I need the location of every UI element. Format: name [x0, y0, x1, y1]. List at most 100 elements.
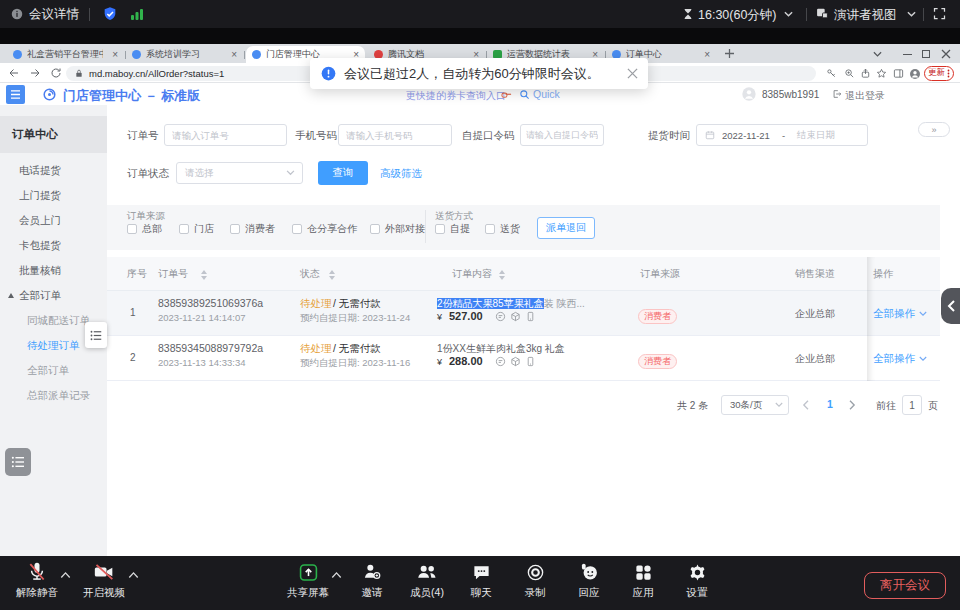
table-row[interactable]: 2 83859345088979792a 2023-11-13 14:33:34… [107, 336, 940, 381]
status-select[interactable]: 请选择 [176, 162, 303, 184]
meeting-timer[interactable]: 16:30(60分钟) [698, 7, 777, 24]
sidebar-item-batch-verify[interactable]: 批量核销 [19, 264, 61, 276]
view-mode-button[interactable]: 演讲者视图 [834, 7, 897, 24]
back-icon[interactable] [8, 67, 20, 79]
logout-button[interactable]: 退出登录 [845, 89, 885, 103]
browser-tab[interactable]: 系统培训学习 × [127, 46, 242, 63]
tab-close-icon[interactable]: × [231, 50, 237, 60]
meeting-details-button[interactable]: 会议详情 [29, 6, 79, 23]
floating-list-button[interactable] [5, 448, 31, 476]
sidebar-item-phone-pickup[interactable]: 电话提货 [19, 164, 61, 176]
bookmark-star-icon[interactable] [876, 68, 887, 79]
chat-button[interactable]: 聊天 [451, 561, 511, 600]
view-dropdown-icon[interactable] [907, 11, 916, 18]
reload-icon[interactable] [50, 67, 62, 79]
source-checkbox-warehouse-share[interactable]: 仓分享合作 [292, 222, 357, 236]
receipt-icon[interactable] [495, 356, 506, 367]
phone-icon[interactable] [525, 311, 536, 322]
page-size-select[interactable]: 30条/页 [721, 395, 789, 415]
invite-button[interactable]: 邀请 [342, 561, 402, 600]
sidebar-item-member-visit[interactable]: 会员上门 [19, 214, 61, 226]
mic-options-caret[interactable] [60, 571, 71, 579]
promo-link[interactable]: 更快捷的券卡查询入口 [406, 89, 506, 103]
sidebar-item-all-orders[interactable]: 全部订单 [27, 364, 69, 376]
mute-button[interactable]: 解除静音 [7, 561, 67, 600]
side-panel-icon[interactable] [893, 68, 904, 79]
share-icon[interactable] [860, 68, 871, 79]
source-checkbox-store[interactable]: 门店 [179, 222, 214, 236]
delivery-checkbox-pickup[interactable]: 自提 [435, 222, 470, 236]
sidebar-item-city-delivery[interactable]: 同城配送订单 [27, 314, 90, 326]
date-range-picker[interactable]: 2022-11-21 - 结束日期 [696, 124, 868, 146]
order-number: 83859345088979792a [158, 342, 263, 354]
sidebar-item-pending-orders[interactable]: 待处理订单 [27, 339, 80, 351]
quick-link[interactable]: Quick [533, 88, 560, 100]
next-page-icon[interactable] [849, 400, 856, 410]
code-input[interactable] [520, 124, 604, 146]
forward-icon[interactable] [29, 67, 41, 79]
phone-input[interactable] [338, 124, 452, 146]
package-icon[interactable] [510, 311, 521, 322]
record-button[interactable]: 录制 [505, 561, 565, 600]
row-actions-dropdown[interactable]: 全部操作 [873, 352, 915, 366]
timer-dropdown-icon[interactable] [784, 11, 793, 18]
source-checkbox-hq[interactable]: 总部 [127, 222, 162, 236]
fullscreen-icon[interactable] [932, 6, 947, 21]
network-signal-icon[interactable] [130, 7, 144, 21]
video-button[interactable]: 开启视频 [74, 561, 134, 600]
shield-check-icon[interactable] [102, 6, 118, 22]
expand-filters-button[interactable]: » [918, 122, 950, 137]
browser-tab[interactable]: 礼盒营销平台管理中心 × [8, 46, 123, 63]
settings-button[interactable]: 设置 [667, 561, 727, 600]
sort-icon[interactable] [329, 270, 335, 280]
toast-close-icon[interactable] [627, 68, 638, 79]
package-icon[interactable] [510, 356, 521, 367]
source-checkbox-consumer[interactable]: 消费者 [230, 222, 275, 236]
window-minimize-button[interactable] [903, 54, 912, 55]
dispatch-return-button[interactable]: 派单退回 [537, 217, 595, 239]
delivery-checkbox-deliver[interactable]: 送货 [485, 222, 520, 236]
prev-page-icon[interactable] [802, 400, 809, 410]
sidebar-item-hq-dispatch[interactable]: 总部派单记录 [27, 389, 90, 401]
panel-expand-handle[interactable] [941, 288, 960, 324]
reactions-button[interactable]: 回应 [559, 561, 619, 600]
table-row[interactable]: 1 83859389251069376a 2023-11-21 14:14:07… [107, 291, 940, 336]
col-status[interactable]: 状态 [300, 257, 320, 291]
row-actions-dropdown[interactable]: 全部操作 [873, 307, 915, 321]
col-order-no[interactable]: 订单号 [158, 257, 188, 291]
sort-icon[interactable] [201, 270, 207, 280]
tab-close-icon[interactable]: × [112, 50, 118, 60]
info-icon[interactable] [10, 7, 24, 21]
sort-icon[interactable] [499, 270, 505, 280]
phone-icon[interactable] [525, 356, 536, 367]
tab-search-icon[interactable] [873, 51, 882, 58]
apps-button[interactable]: 应用 [613, 561, 673, 600]
receipt-icon[interactable] [495, 311, 506, 322]
tab-close-icon[interactable]: × [704, 50, 710, 60]
source-checkbox-external[interactable]: 外部对接 [370, 222, 425, 236]
search-button[interactable]: 查询 [318, 161, 368, 185]
leave-meeting-button[interactable]: 离开会议 [864, 572, 946, 599]
key-icon[interactable] [826, 68, 837, 79]
sidebar-item-card-pickup[interactable]: 卡包提货 [19, 239, 61, 251]
members-button[interactable]: 成员(4) [397, 561, 457, 600]
new-tab-button[interactable] [725, 49, 734, 58]
order-no-input[interactable] [164, 124, 287, 146]
sidebar-item-all-orders-group[interactable]: 全部订单 [19, 289, 61, 301]
share-options-caret[interactable] [331, 571, 342, 579]
menu-toggle-button[interactable] [6, 85, 25, 104]
profile-icon[interactable] [909, 68, 921, 80]
col-content[interactable]: 订单内容 [452, 257, 492, 291]
share-screen-button[interactable]: 共享屏幕 [278, 561, 338, 600]
zoom-icon[interactable] [844, 68, 855, 79]
current-page[interactable]: 1 [827, 398, 833, 410]
username[interactable]: 8385wb1991 [762, 89, 819, 100]
window-maximize-button[interactable] [922, 50, 930, 58]
goto-page-input[interactable]: 1 [902, 395, 922, 415]
sidebar-collapse-handle[interactable] [85, 322, 107, 348]
window-close-button[interactable] [941, 49, 951, 59]
sidebar-item-door-pickup[interactable]: 上门提货 [19, 189, 61, 201]
video-options-caret[interactable] [128, 571, 139, 579]
advanced-filter-link[interactable]: 高级筛选 [380, 167, 422, 181]
browser-update-button[interactable]: 更新 [924, 66, 954, 81]
